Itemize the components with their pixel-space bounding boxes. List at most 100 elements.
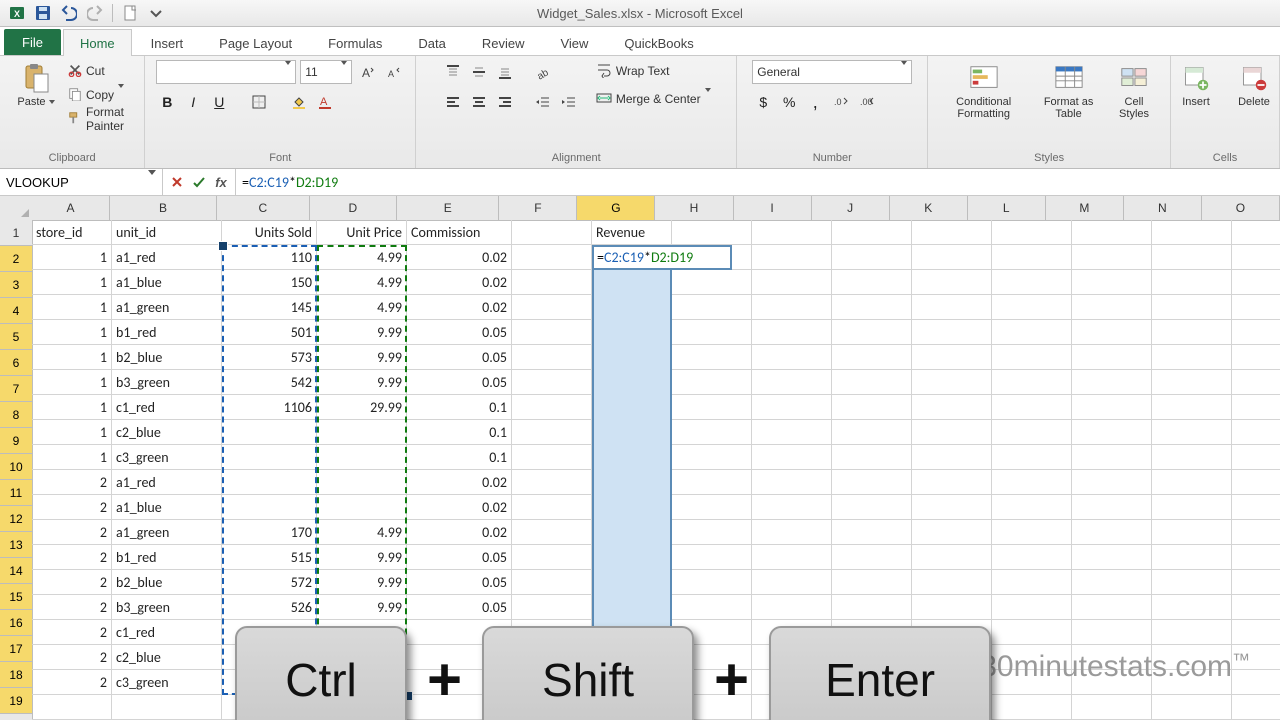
cell-B11[interactable]: a1_red [112,470,222,495]
cell-E19[interactable]: 0.1 [407,670,512,695]
row-header-13[interactable]: 13 [0,532,33,558]
cell-O6[interactable] [1232,345,1280,370]
cell-K10[interactable] [912,445,992,470]
cell-B19[interactable]: c3_green [112,670,222,695]
cell-D5[interactable]: 9.99 [317,320,407,345]
cell-D7[interactable]: 9.99 [317,370,407,395]
redo-icon[interactable] [84,2,106,24]
cell-L10[interactable] [992,445,1072,470]
cell-J9[interactable] [832,420,912,445]
cell-H6[interactable] [672,345,752,370]
cell-H7[interactable] [672,370,752,395]
cell-F19[interactable] [512,670,592,695]
cell-C19[interactable]: 1148 [222,670,317,695]
cell-A8[interactable]: 1 [32,395,112,420]
cell-F6[interactable] [512,345,592,370]
cell-D18[interactable]: 29.99 [317,645,407,670]
cell-N2[interactable] [1152,245,1232,270]
cell-M4[interactable] [1072,295,1152,320]
decrease-indent-icon[interactable] [532,91,554,113]
merge-center-button[interactable]: Merge & Center [596,88,711,110]
cell-E9[interactable]: 0.1 [407,420,512,445]
cell-G19[interactable] [592,670,672,695]
cell-L15[interactable] [992,570,1072,595]
cell-J8[interactable] [832,395,912,420]
cell-M13[interactable] [1072,520,1152,545]
cell-E17[interactable]: 0.1 [407,620,512,645]
cell-N15[interactable] [1152,570,1232,595]
cell-A19[interactable]: 2 [32,670,112,695]
cell-K14[interactable] [912,545,992,570]
cell-D19[interactable]: 29.99 [317,670,407,695]
cell-K13[interactable] [912,520,992,545]
cell-K2[interactable] [912,245,992,270]
cell-K1[interactable] [912,220,992,245]
grid[interactable]: store_idunit_idUnits SoldUnit PriceCommi… [32,220,1280,720]
cell-J12[interactable] [832,495,912,520]
cell-D4[interactable]: 4.99 [317,295,407,320]
name-box[interactable]: VLOOKUP [0,169,163,195]
cell-J17[interactable] [832,620,912,645]
row-header-16[interactable]: 16 [0,610,33,636]
cell-F2[interactable] [512,245,592,270]
cell-K9[interactable] [912,420,992,445]
cell-C1[interactable]: Units Sold [222,220,317,245]
cell-M16[interactable] [1072,595,1152,620]
cell-L1[interactable] [992,220,1072,245]
cell-K7[interactable] [912,370,992,395]
cell-N17[interactable] [1152,620,1232,645]
cell-K8[interactable] [912,395,992,420]
underline-button[interactable]: U [208,91,230,113]
cell-H9[interactable] [672,420,752,445]
col-header-C[interactable]: C [217,196,310,221]
cell-I16[interactable] [752,595,832,620]
cell-M3[interactable] [1072,270,1152,295]
cell-I15[interactable] [752,570,832,595]
cell-C16[interactable]: 526 [222,595,317,620]
cell-B14[interactable]: b1_red [112,545,222,570]
cell-C12[interactable] [222,495,317,520]
row-header-12[interactable]: 12 [0,506,33,532]
cell-G4[interactable] [592,295,672,320]
cell-E4[interactable]: 0.02 [407,295,512,320]
cell-H15[interactable] [672,570,752,595]
tab-home[interactable]: Home [63,29,132,56]
cell-N9[interactable] [1152,420,1232,445]
row-header-3[interactable]: 3 [0,272,33,298]
cell-G3[interactable] [592,270,672,295]
cell-A16[interactable]: 2 [32,595,112,620]
cell-A3[interactable]: 1 [32,270,112,295]
cell-N11[interactable] [1152,470,1232,495]
cell-styles-button[interactable]: Cell Styles [1108,60,1160,122]
cell-A9[interactable]: 1 [32,420,112,445]
align-bottom-icon[interactable] [494,61,516,83]
cell-I3[interactable] [752,270,832,295]
cell-C6[interactable]: 573 [222,345,317,370]
insert-cells-button[interactable]: Insert [1170,60,1222,110]
cell-L12[interactable] [992,495,1072,520]
borders-button[interactable] [248,91,270,113]
cell-I10[interactable] [752,445,832,470]
cell-G18[interactable] [592,645,672,670]
cell-E2[interactable]: 0.02 [407,245,512,270]
cell-I17[interactable] [752,620,832,645]
col-header-H[interactable]: H [655,196,733,221]
cell-L20[interactable] [992,695,1072,720]
cell-M8[interactable] [1072,395,1152,420]
font-size-combo[interactable]: 11 [300,60,352,84]
cell-G17[interactable] [592,620,672,645]
qat-customize-icon[interactable] [145,2,167,24]
cell-D20[interactable] [317,695,407,720]
cell-F11[interactable] [512,470,592,495]
cell-F4[interactable] [512,295,592,320]
cell-D11[interactable] [317,470,407,495]
cell-A7[interactable]: 1 [32,370,112,395]
currency-icon[interactable]: $ [752,91,774,113]
cell-G6[interactable] [592,345,672,370]
cell-H5[interactable] [672,320,752,345]
cell-A1[interactable]: store_id [32,220,112,245]
cell-H17[interactable] [672,620,752,645]
cell-G8[interactable] [592,395,672,420]
cell-J20[interactable] [832,695,912,720]
row-header-11[interactable]: 11 [0,480,33,506]
